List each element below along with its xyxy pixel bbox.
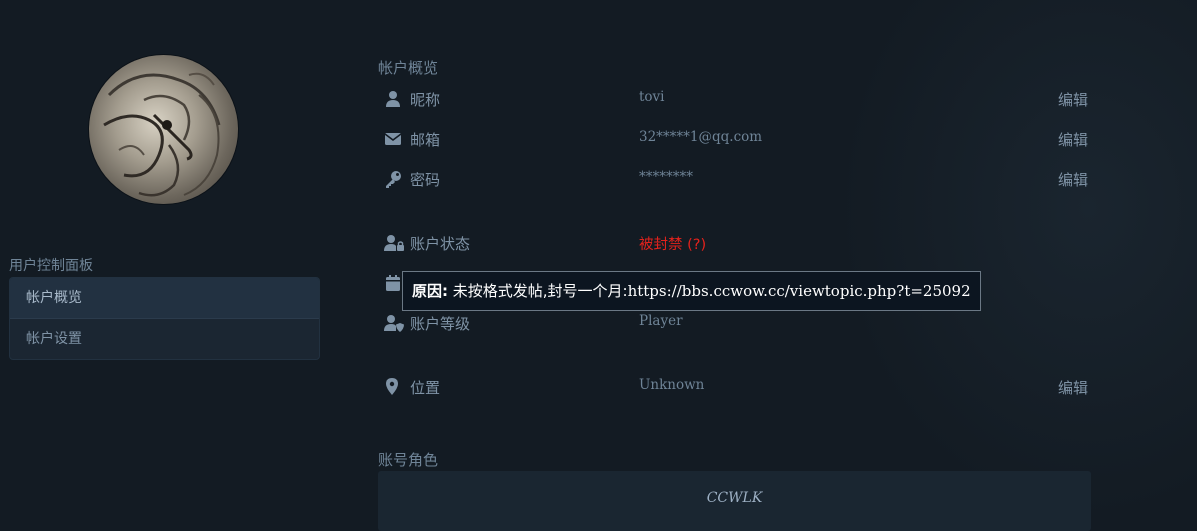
envelope-icon xyxy=(384,129,404,149)
row-password: 密码 ******** 编辑 xyxy=(384,167,1088,191)
calendar-icon xyxy=(384,273,404,293)
user-icon xyxy=(384,89,404,109)
avatar-illustration xyxy=(103,72,221,197)
edit-password-link[interactable]: 编辑 xyxy=(1058,169,1088,190)
email-label: 邮箱 xyxy=(410,131,441,149)
reason-text: 未按格式发帖,封号一个月: xyxy=(448,282,628,300)
user-shield-icon xyxy=(384,313,404,333)
row-account-status: 账户状态 被封禁 (?) xyxy=(384,231,1088,255)
side-menu: 帐户概览 帐户设置 xyxy=(9,277,320,360)
reason-label: 原因: xyxy=(412,282,448,300)
edit-location-link[interactable]: 编辑 xyxy=(1058,377,1088,398)
background-artwork xyxy=(837,0,1197,520)
account-level-value: Player xyxy=(639,313,683,329)
character-card[interactable]: CCWLK xyxy=(378,471,1091,531)
control-panel-title: 用户控制面板 xyxy=(9,258,93,274)
key-icon xyxy=(384,169,404,189)
avatar xyxy=(89,55,238,204)
overview-title: 帐户概览 xyxy=(378,59,439,77)
account-status-value[interactable]: 被封禁 (?) xyxy=(639,233,706,254)
location-value: Unknown xyxy=(639,377,705,393)
user-lock-icon xyxy=(384,233,404,253)
side-item-account-settings[interactable]: 帐户设置 xyxy=(10,319,319,359)
map-marker-icon xyxy=(384,377,404,397)
row-email: 邮箱 32*****1@qq.com 编辑 xyxy=(384,127,1088,151)
characters-title: 账号角色 xyxy=(378,451,439,469)
password-label: 密码 xyxy=(410,171,441,189)
email-value: 32*****1@qq.com xyxy=(639,129,763,145)
location-label: 位置 xyxy=(410,379,441,397)
edit-nickname-link[interactable]: 编辑 xyxy=(1058,89,1088,110)
ban-reason-tooltip: 原因: 未按格式发帖,封号一个月:https://bbs.ccwow.cc/vi… xyxy=(402,271,981,311)
account-status-label: 账户状态 xyxy=(410,235,471,253)
row-location: 位置 Unknown 编辑 xyxy=(384,375,1088,399)
nickname-value: tovi xyxy=(639,89,665,105)
side-item-account-overview[interactable]: 帐户概览 xyxy=(10,278,319,319)
nickname-label: 昵称 xyxy=(410,91,441,109)
row-account-level: 账户等级 Player xyxy=(384,311,1088,335)
character-name: CCWLK xyxy=(706,490,763,506)
password-value: ******** xyxy=(639,169,693,185)
row-nickname: 昵称 tovi 编辑 xyxy=(384,87,1088,111)
edit-email-link[interactable]: 编辑 xyxy=(1058,129,1088,150)
account-level-label: 账户等级 xyxy=(410,315,471,333)
reason-link: https://bbs.ccwow.cc/viewtopic.php?t=250… xyxy=(627,282,971,300)
